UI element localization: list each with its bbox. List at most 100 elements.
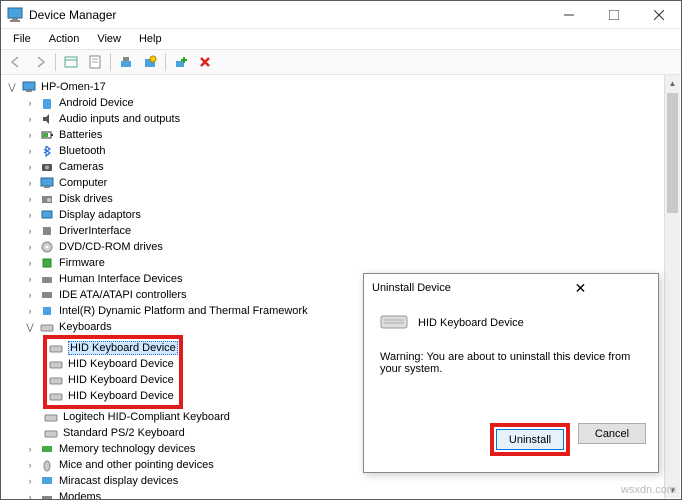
add-hardware-button[interactable] <box>170 51 192 73</box>
scroll-thumb[interactable] <box>667 93 678 213</box>
battery-icon <box>39 127 55 143</box>
miracast-icon <box>39 473 55 489</box>
mouse-icon <box>39 457 55 473</box>
ide-icon <box>39 287 55 303</box>
keyboard-icon <box>39 319 55 335</box>
tree-item[interactable]: ›Bluetooth <box>3 143 679 159</box>
dialog-titlebar: Uninstall Device ✕ <box>364 274 658 302</box>
expand-icon[interactable]: › <box>23 272 37 286</box>
collapse-icon[interactable]: ⋁ <box>23 320 37 334</box>
tree-item[interactable]: ›Display adaptors <box>3 207 679 223</box>
uninstall-button[interactable] <box>194 51 216 73</box>
dialog-warning: Warning: You are about to uninstall this… <box>380 351 642 375</box>
keyboard-icon <box>43 409 59 425</box>
expand-icon[interactable]: › <box>23 176 37 190</box>
tree-item[interactable]: ›Miracast display devices <box>3 473 679 489</box>
keyboard-icon <box>43 425 59 441</box>
highlight-box: Uninstall <box>490 423 570 456</box>
uninstall-confirm-button[interactable]: Uninstall <box>496 429 564 450</box>
bluetooth-icon <box>39 143 55 159</box>
expand-icon[interactable]: › <box>23 304 37 318</box>
driver-icon <box>39 223 55 239</box>
menu-file[interactable]: File <box>5 31 39 47</box>
keyboard-icon <box>380 312 408 333</box>
window-title: Device Manager <box>29 8 546 22</box>
expand-icon[interactable]: › <box>23 192 37 206</box>
intel-icon <box>39 303 55 319</box>
modem-icon <box>39 489 55 499</box>
titlebar: Device Manager <box>1 1 681 29</box>
expand-icon[interactable]: › <box>23 96 37 110</box>
dvd-icon <box>39 239 55 255</box>
dialog-close-button[interactable]: ✕ <box>511 280 650 297</box>
tree-item[interactable]: ›Computer <box>3 175 679 191</box>
memory-icon <box>39 441 55 457</box>
menu-view[interactable]: View <box>89 31 129 47</box>
uninstall-dialog: Uninstall Device ✕ HID Keyboard Device W… <box>363 273 659 473</box>
tree-item[interactable]: ›DVD/CD-ROM drives <box>3 239 679 255</box>
display-icon <box>39 207 55 223</box>
show-hide-button[interactable] <box>60 51 82 73</box>
maximize-button[interactable] <box>591 1 636 29</box>
scan-button[interactable] <box>139 51 161 73</box>
expand-icon[interactable]: › <box>23 160 37 174</box>
dialog-device-name: HID Keyboard Device <box>418 317 524 329</box>
tree-item[interactable]: ›Disk drives <box>3 191 679 207</box>
audio-icon <box>39 111 55 127</box>
back-button[interactable] <box>5 51 27 73</box>
tree-item[interactable]: ›Audio inputs and outputs <box>3 111 679 127</box>
update-driver-button[interactable] <box>115 51 137 73</box>
expand-icon[interactable]: › <box>23 442 37 456</box>
expand-icon[interactable]: › <box>23 490 37 499</box>
menu-action[interactable]: Action <box>41 31 88 47</box>
expand-icon[interactable]: › <box>23 458 37 472</box>
camera-icon <box>39 159 55 175</box>
expand-icon[interactable]: › <box>23 474 37 488</box>
expand-icon[interactable]: › <box>23 208 37 222</box>
expand-icon[interactable]: › <box>23 240 37 254</box>
computer-icon <box>21 79 37 95</box>
expand-icon[interactable]: › <box>23 256 37 270</box>
cancel-button[interactable]: Cancel <box>578 423 646 444</box>
tree-item[interactable]: ›Batteries <box>3 127 679 143</box>
watermark: wsxdn.com <box>621 484 676 496</box>
tree-item[interactable]: ›DriverInterface <box>3 223 679 239</box>
expand-icon[interactable]: › <box>23 288 37 302</box>
menu-help[interactable]: Help <box>131 31 170 47</box>
close-button[interactable] <box>636 1 681 29</box>
tree-root[interactable]: ⋁ HP-Omen-17 <box>3 79 679 95</box>
expand-icon[interactable]: › <box>23 128 37 142</box>
highlight-box: HID Keyboard Device HID Keyboard Device … <box>43 335 183 409</box>
tree-child[interactable]: HID Keyboard Device <box>48 340 178 356</box>
toolbar-divider <box>55 53 56 71</box>
menubar: File Action View Help <box>1 29 681 49</box>
toolbar-divider <box>110 53 111 71</box>
forward-button[interactable] <box>29 51 51 73</box>
dialog-title: Uninstall Device <box>372 282 511 294</box>
firmware-icon <box>39 255 55 271</box>
app-icon <box>7 7 23 23</box>
expand-icon[interactable]: › <box>23 112 37 126</box>
keyboard-icon <box>48 356 64 372</box>
scroll-up-button[interactable]: ▲ <box>665 75 680 91</box>
disk-icon <box>39 191 55 207</box>
collapse-icon[interactable]: ⋁ <box>5 80 19 94</box>
tree-child[interactable]: HID Keyboard Device <box>48 388 178 404</box>
expand-icon[interactable]: › <box>23 224 37 238</box>
properties-button[interactable] <box>84 51 106 73</box>
tree-item[interactable]: ›Android Device <box>3 95 679 111</box>
tree-child[interactable]: HID Keyboard Device <box>48 372 178 388</box>
keyboard-icon <box>48 388 64 404</box>
toolbar-divider <box>165 53 166 71</box>
keyboard-icon <box>48 340 64 356</box>
tree-child[interactable]: HID Keyboard Device <box>48 356 178 372</box>
minimize-button[interactable] <box>546 1 591 29</box>
computer-icon <box>39 175 55 191</box>
scrollbar[interactable]: ▲ ▼ <box>664 75 680 498</box>
keyboard-icon <box>48 372 64 388</box>
tree-item[interactable]: ›Modems <box>3 489 679 499</box>
tree-item[interactable]: ›Firmware <box>3 255 679 271</box>
hid-icon <box>39 271 55 287</box>
expand-icon[interactable]: › <box>23 144 37 158</box>
tree-item[interactable]: ›Cameras <box>3 159 679 175</box>
